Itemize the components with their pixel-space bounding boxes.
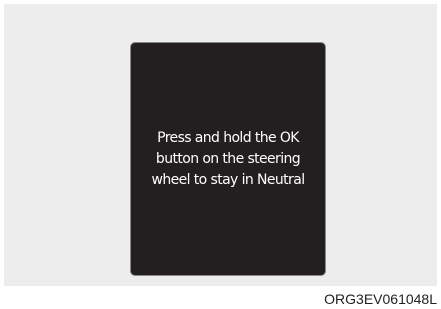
figure-panel: Press and hold the OK button on the stee… (4, 4, 437, 286)
message-line-1: Press and hold the OK (157, 129, 299, 146)
message-line-2: button on the steering (155, 150, 301, 167)
instrument-cluster-display: Press and hold the OK button on the stee… (130, 42, 326, 276)
message-line-3: wheel to stay in Neutral (151, 171, 306, 188)
display-message: Press and hold the OK button on the stee… (138, 128, 318, 191)
figure-code-label: ORG3EV061048L (324, 291, 437, 307)
